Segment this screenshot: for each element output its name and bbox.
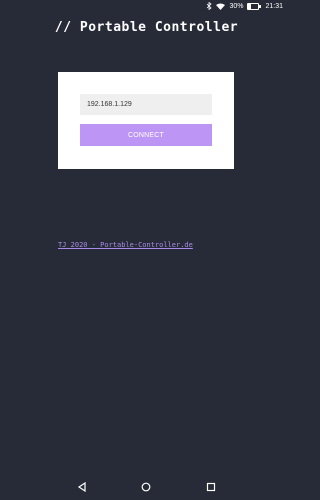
wifi-icon xyxy=(216,3,226,10)
ip-address-input[interactable] xyxy=(80,94,212,115)
connect-card: CONNECT xyxy=(58,72,234,169)
bluetooth-icon xyxy=(206,2,213,10)
footer-link[interactable]: TJ 2020 - Portable-Controller.de xyxy=(58,241,193,249)
home-icon[interactable] xyxy=(138,479,154,495)
recents-icon[interactable] xyxy=(203,479,219,495)
status-bar: 30% 21:31 xyxy=(0,0,293,12)
page-title: // Portable Controller xyxy=(54,20,239,35)
clock: 21:31 xyxy=(265,2,283,10)
navigation-bar xyxy=(0,474,293,500)
battery-percent: 30% xyxy=(229,2,244,10)
connect-button[interactable]: CONNECT xyxy=(80,124,212,146)
back-icon[interactable] xyxy=(74,479,90,495)
battery-icon xyxy=(247,2,262,10)
